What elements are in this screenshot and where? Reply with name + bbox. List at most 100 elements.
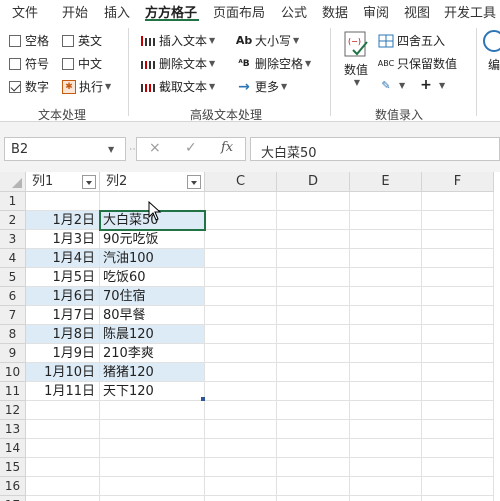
cell-A10[interactable]: 1月10日 <box>26 363 100 382</box>
cell-E15[interactable] <box>350 458 422 477</box>
more-button[interactable]: → 更多 ▼ <box>236 78 287 95</box>
cell-A9[interactable]: 1月9日 <box>26 344 100 363</box>
cell-A11[interactable]: 1月11日 <box>26 382 100 401</box>
column-header-E[interactable]: E <box>350 172 422 192</box>
cell-E2[interactable] <box>350 211 422 230</box>
cell-A7[interactable]: 1月7日 <box>26 306 100 325</box>
cell-D11[interactable] <box>277 382 350 401</box>
cell-C11[interactable] <box>205 382 277 401</box>
cell-C2[interactable] <box>205 211 277 230</box>
checkbox-english[interactable]: 英文 <box>62 32 102 49</box>
row-header[interactable]: 9 <box>0 344 26 363</box>
cell-C6[interactable] <box>205 287 277 306</box>
row-header[interactable]: 1 <box>0 192 26 211</box>
table-resize-handle[interactable] <box>201 397 205 401</box>
cell-C13[interactable] <box>205 420 277 439</box>
row-header[interactable]: 12 <box>0 401 26 420</box>
round-button[interactable]: 四舍五入 <box>378 32 445 49</box>
cell-F10[interactable] <box>422 363 494 382</box>
menu-tab-layout[interactable]: 页面布局 <box>213 2 265 21</box>
cell-C17[interactable] <box>205 496 277 501</box>
row-header[interactable]: 7 <box>0 306 26 325</box>
filter-dropdown-icon[interactable] <box>187 175 201 189</box>
cell-D6[interactable] <box>277 287 350 306</box>
checkbox-symbol[interactable]: 符号 <box>9 55 49 72</box>
cell-A3[interactable]: 1月3日 <box>26 230 100 249</box>
cell-E10[interactable] <box>350 363 422 382</box>
insert-text-button[interactable]: 插入文本 ▼ <box>140 32 215 49</box>
cell-B15[interactable] <box>100 458 205 477</box>
menu-tab-file[interactable]: 文件 <box>12 2 38 21</box>
checkbox-box[interactable] <box>9 57 21 70</box>
column-header-C[interactable]: C <box>205 172 277 192</box>
cell-F2[interactable] <box>422 211 494 230</box>
row-header[interactable]: 5 <box>0 268 26 287</box>
cell-F4[interactable] <box>422 249 494 268</box>
row-header[interactable]: 13 <box>0 420 26 439</box>
cell-B17[interactable] <box>100 496 205 501</box>
column-header-D[interactable]: D <box>277 172 350 192</box>
extract-text-button[interactable]: 截取文本 ▼ <box>140 78 215 95</box>
cell-C12[interactable] <box>205 401 277 420</box>
cell-F6[interactable] <box>422 287 494 306</box>
chevron-down-icon[interactable]: ▼ <box>108 145 114 154</box>
checkbox-box[interactable] <box>9 80 21 93</box>
cell-B14[interactable] <box>100 439 205 458</box>
row-header[interactable]: 4 <box>0 249 26 268</box>
cell-C8[interactable] <box>205 325 277 344</box>
cell-F5[interactable] <box>422 268 494 287</box>
menu-tab-review[interactable]: 审阅 <box>363 2 389 21</box>
fx-icon[interactable]: fx <box>221 140 233 155</box>
checkbox-space[interactable]: 空格 <box>9 32 49 49</box>
cell-A1[interactable] <box>26 192 100 211</box>
row-header[interactable]: 17 <box>0 496 26 501</box>
cell-D17[interactable] <box>277 496 350 501</box>
cell-E5[interactable] <box>350 268 422 287</box>
menu-tab-home[interactable]: 开始 <box>62 2 88 21</box>
delete-space-button[interactable]: ᴬB 删除空格 ▼ <box>236 55 311 72</box>
checkbox-box[interactable] <box>62 57 74 70</box>
checkbox-box[interactable] <box>62 34 74 47</box>
case-button[interactable]: Ab 大小写 ▼ <box>236 32 299 49</box>
cancel-icon[interactable]: × <box>149 140 161 156</box>
menu-tab-view[interactable]: 视图 <box>404 2 430 21</box>
cell-A16[interactable] <box>26 477 100 496</box>
cell-D12[interactable] <box>277 401 350 420</box>
cell-E3[interactable] <box>350 230 422 249</box>
cell-B5[interactable]: 吃饭60 <box>100 268 205 287</box>
cell-D15[interactable] <box>277 458 350 477</box>
cell-E12[interactable] <box>350 401 422 420</box>
row-header[interactable]: 15 <box>0 458 26 477</box>
row-header[interactable]: 8 <box>0 325 26 344</box>
edit-partial-button[interactable]: 编 <box>483 30 500 73</box>
add-dropdown-button[interactable]: + ▼ <box>418 77 445 93</box>
cell-C1[interactable] <box>205 192 277 211</box>
cell-F12[interactable] <box>422 401 494 420</box>
cell-A8[interactable]: 1月8日 <box>26 325 100 344</box>
cell-F8[interactable] <box>422 325 494 344</box>
cell-D9[interactable] <box>277 344 350 363</box>
cell-D2[interactable] <box>277 211 350 230</box>
cell-E9[interactable] <box>350 344 422 363</box>
cell-C16[interactable] <box>205 477 277 496</box>
row-header[interactable]: 10 <box>0 363 26 382</box>
keep-values-button[interactable]: ABC 只保留数值 <box>378 55 457 72</box>
checkbox-number[interactable]: 数字 <box>9 78 49 95</box>
edit-dropdown-button[interactable]: ✎ ▼ <box>378 78 405 92</box>
menu-tab-data[interactable]: 数据 <box>322 2 348 21</box>
cell-A4[interactable]: 1月4日 <box>26 249 100 268</box>
cell-B3[interactable]: 90元吃饭 <box>100 230 205 249</box>
cell-C7[interactable] <box>205 306 277 325</box>
cell-D14[interactable] <box>277 439 350 458</box>
select-all-corner[interactable] <box>0 172 26 192</box>
cell-B16[interactable] <box>100 477 205 496</box>
cell-D4[interactable] <box>277 249 350 268</box>
column-header-F[interactable]: F <box>422 172 494 192</box>
cell-F15[interactable] <box>422 458 494 477</box>
cell-B6[interactable]: 70住宿 <box>100 287 205 306</box>
cell-A13[interactable] <box>26 420 100 439</box>
cell-D10[interactable] <box>277 363 350 382</box>
cell-F3[interactable] <box>422 230 494 249</box>
execute-button[interactable]: ✱ 执行 ▼ <box>62 78 111 95</box>
cell-B9[interactable]: 210李爽 <box>100 344 205 363</box>
